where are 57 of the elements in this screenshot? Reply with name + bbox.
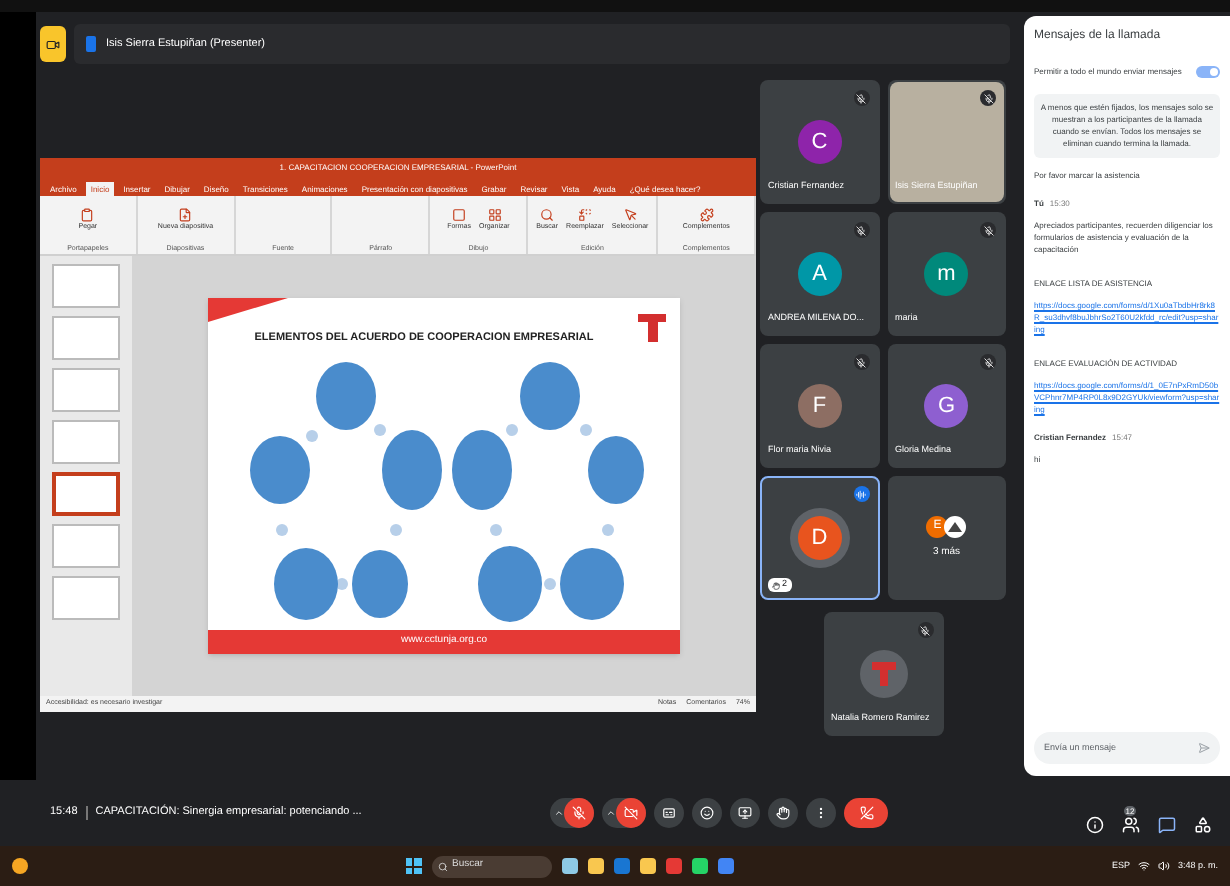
slide-thumbnail[interactable] (52, 316, 120, 360)
volume-icon[interactable] (1157, 860, 1170, 872)
chat-icon (1157, 815, 1175, 833)
present-icon (738, 806, 752, 820)
call-control-button[interactable] (616, 798, 646, 828)
slide-thumbnail[interactable] (52, 264, 120, 308)
app-logo-icon (40, 26, 66, 62)
caret-icon[interactable] (606, 808, 616, 818)
hang-up-icon (859, 806, 873, 820)
slide-thumbnail[interactable] (52, 472, 120, 516)
hand-icon (776, 806, 790, 820)
ribbon-icon (623, 207, 638, 222)
mic-icon (572, 806, 586, 820)
toggle-switch[interactable] (1196, 66, 1220, 78)
slide-thumbnail[interactable] (52, 368, 120, 412)
avatar: D (797, 516, 842, 560)
call-control-button[interactable] (564, 798, 594, 828)
presenting-icon (86, 36, 96, 52)
ribbon-icon (540, 207, 555, 222)
start-icon[interactable] (405, 858, 422, 874)
slide-thumbnail[interactable] (52, 524, 120, 568)
company-logo-icon (859, 650, 907, 698)
weather-icon (12, 858, 28, 874)
ribbon-icon (178, 207, 193, 222)
wifi-icon[interactable] (1137, 860, 1150, 872)
call-control-button[interactable] (692, 798, 722, 828)
camera-icon (624, 806, 638, 820)
chamber-logo-icon (636, 312, 668, 344)
ribbon-icon (699, 207, 714, 222)
info-icon (1085, 815, 1103, 833)
video-placeholder (889, 82, 1004, 202)
call-control-button[interactable] (730, 798, 760, 828)
search-icon (437, 861, 448, 871)
ribbon-icon (487, 207, 502, 222)
smile-icon (700, 806, 714, 820)
shapes-icon (1193, 815, 1211, 833)
avatar: A (797, 252, 842, 296)
avatar: m (924, 252, 969, 296)
caret-icon[interactable] (554, 808, 564, 818)
call-control-button[interactable] (768, 798, 798, 828)
device-control-group[interactable] (602, 798, 646, 828)
slide-thumbnail[interactable] (52, 420, 120, 464)
avatar: G (924, 384, 969, 428)
device-control-group[interactable] (550, 798, 594, 828)
more-icon (814, 806, 828, 820)
avatar: F (797, 384, 842, 428)
speaking-icon (853, 486, 869, 502)
slide-thumbnail[interactable] (52, 576, 120, 620)
call-control-button[interactable] (654, 798, 684, 828)
ribbon-icon (452, 207, 467, 222)
people-icon (1121, 815, 1139, 833)
captions-icon (662, 806, 676, 820)
call-control-button[interactable] (844, 798, 888, 828)
avatar: C (797, 120, 842, 164)
ribbon-icon (80, 207, 95, 222)
logo-avatar (944, 515, 967, 538)
slide-corner-drawing (208, 298, 288, 322)
